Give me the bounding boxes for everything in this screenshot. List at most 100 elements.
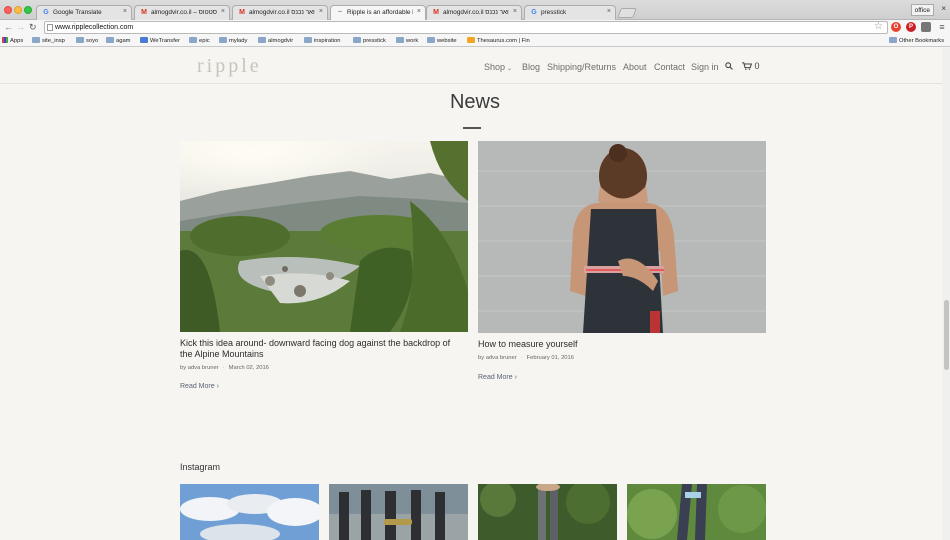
search-icon[interactable] <box>725 62 733 70</box>
post-title-link[interactable]: How to measure yourself <box>478 339 763 350</box>
cart-icon <box>742 62 753 70</box>
tab-close-icon[interactable]: × <box>221 8 225 15</box>
folder-icon <box>353 37 361 43</box>
post-author[interactable]: by adva bruner <box>478 355 517 361</box>
page-icon <box>47 24 53 31</box>
tab-title: presstick <box>541 9 567 16</box>
gmail-icon: M <box>239 9 245 16</box>
folder-icon <box>106 37 114 43</box>
tab-close-icon[interactable]: × <box>607 8 611 15</box>
folder-icon <box>76 37 84 43</box>
address-bar-row: ← → ↻ www.ripplecollection.com <box>0 20 950 35</box>
tab-close-icon[interactable]: × <box>123 8 127 15</box>
folder-icon <box>304 37 312 43</box>
instagram-photo[interactable] <box>627 484 766 540</box>
bookmark-item[interactable]: epic <box>189 37 210 44</box>
browser-tab[interactable]: G presstick × <box>524 5 616 20</box>
scrollbar-thumb[interactable] <box>944 300 949 370</box>
bookmark-item[interactable]: inspiration <box>304 37 340 44</box>
bookmark-item[interactable]: work <box>396 37 418 44</box>
thesaurus-icon <box>467 37 475 43</box>
browser-tab[interactable]: M almogdvir.co.il דואר נכנס × <box>426 5 522 20</box>
browser-tab[interactable]: G Google Translate × <box>36 5 132 20</box>
gmail-icon: M <box>433 9 439 16</box>
forward-arrow-icon[interactable]: → <box>16 22 25 32</box>
browser-tab[interactable]: M almogdvir.co.il דואר נכנס × <box>232 5 328 20</box>
profile-badge[interactable]: office <box>910 4 934 16</box>
window-maximize-button[interactable] <box>24 6 32 14</box>
tab-title: almogdvir.co.il – סטטוס <box>151 9 217 16</box>
title-divider <box>463 127 481 129</box>
site-logo[interactable]: ripple <box>197 55 262 78</box>
nav-shop[interactable]: Shop ⌄ <box>484 62 512 72</box>
cart-count: 0 <box>754 61 760 71</box>
bookmark-item[interactable]: mylady <box>219 37 247 44</box>
bookmark-item[interactable]: almogdvir <box>258 37 293 44</box>
post-date: February 01, 2016 <box>526 355 574 361</box>
bookmark-star-icon[interactable]: ☆ <box>874 21 883 32</box>
chevron-down-icon: ⌄ <box>507 66 513 72</box>
instagram-photo[interactable] <box>329 484 468 540</box>
url-text: www.ripplecollection.com <box>55 24 134 31</box>
apps-grid-icon <box>2 37 8 43</box>
google-icon: G <box>531 9 537 16</box>
bookmark-apps[interactable]: Apps <box>2 37 23 44</box>
gmail-icon: M <box>141 9 147 16</box>
bookmark-item[interactable]: presstick <box>353 37 386 44</box>
tab-close-icon[interactable]: × <box>319 8 323 15</box>
nav-sign-in[interactable]: Sign in <box>691 62 719 72</box>
post-meta: by adva bruner · March 02, 2016 <box>180 365 269 371</box>
url-input[interactable]: www.ripplecollection.com <box>44 21 888 34</box>
browser-tab[interactable]: M almogdvir.co.il – סטטוס × <box>134 5 230 20</box>
nav-blog[interactable]: Blog <box>522 62 540 72</box>
page-title: News <box>449 91 500 113</box>
tab-title: almogdvir.co.il דואר נכנס <box>443 9 509 16</box>
tab-close-icon[interactable]: × <box>513 8 517 15</box>
scrollbar[interactable] <box>942 48 950 540</box>
tab-title: Google Translate <box>53 9 102 16</box>
browser-tab-active[interactable]: ~ Ripple is an affordable hig × <box>330 5 426 21</box>
wetransfer-icon <box>140 37 148 43</box>
post-title-link[interactable]: Kick this idea around- downward facing d… <box>180 338 465 359</box>
ripple-icon: ~ <box>337 9 343 16</box>
post-image-measuring[interactable] <box>478 141 766 333</box>
folder-icon <box>427 37 435 43</box>
instagram-heading: Instagram <box>180 462 221 472</box>
nav-contact[interactable]: Contact <box>654 62 685 72</box>
bookmark-item[interactable]: Thesaurus.com | Fin <box>467 37 530 44</box>
cart-button[interactable]: 0 <box>742 61 760 71</box>
post-image-mountains[interactable] <box>180 141 468 332</box>
extension-icon[interactable] <box>921 22 931 32</box>
nav-about[interactable]: About <box>623 62 647 72</box>
bookmark-item[interactable]: site_insp <box>32 37 65 44</box>
folder-icon <box>219 37 227 43</box>
window-close-button[interactable] <box>4 6 12 14</box>
tab-close-icon[interactable]: × <box>417 8 421 15</box>
bookmark-item[interactable]: soyo <box>76 37 98 44</box>
post-meta: by adva bruner · February 01, 2016 <box>478 355 574 361</box>
nav-shipping-returns[interactable]: Shipping/Returns <box>547 62 616 72</box>
back-arrow-icon[interactable]: ← <box>4 22 13 32</box>
bookmark-item[interactable]: website <box>427 37 457 44</box>
read-more-link[interactable]: Read More › <box>478 374 517 381</box>
bookmark-item[interactable]: agam <box>106 37 131 44</box>
opera-extension-icon[interactable]: O <box>891 22 901 32</box>
folder-icon <box>889 37 897 43</box>
post-author[interactable]: by adva bruner <box>180 365 219 371</box>
folder-icon <box>189 37 197 43</box>
folder-icon <box>258 37 266 43</box>
tab-title: Ripple is an affordable hig <box>347 9 413 16</box>
other-bookmarks[interactable]: Other Bookmarks <box>889 37 944 44</box>
window-minimize-button[interactable] <box>14 6 22 14</box>
new-tab-button[interactable] <box>617 8 637 18</box>
browser-tab-bar: G Google Translate × M almogdvir.co.il –… <box>0 0 950 21</box>
close-icon[interactable]: × <box>941 4 946 13</box>
bookmark-item[interactable]: WeTransfer <box>140 37 180 44</box>
instagram-photo[interactable] <box>478 484 617 540</box>
menu-icon[interactable]: ≡ <box>937 22 947 32</box>
instagram-photo[interactable] <box>180 484 319 540</box>
read-more-link[interactable]: Read More › <box>180 383 219 390</box>
folder-icon <box>32 37 40 43</box>
pinterest-extension-icon[interactable]: P <box>906 22 916 32</box>
reload-icon[interactable]: ↻ <box>29 22 37 33</box>
